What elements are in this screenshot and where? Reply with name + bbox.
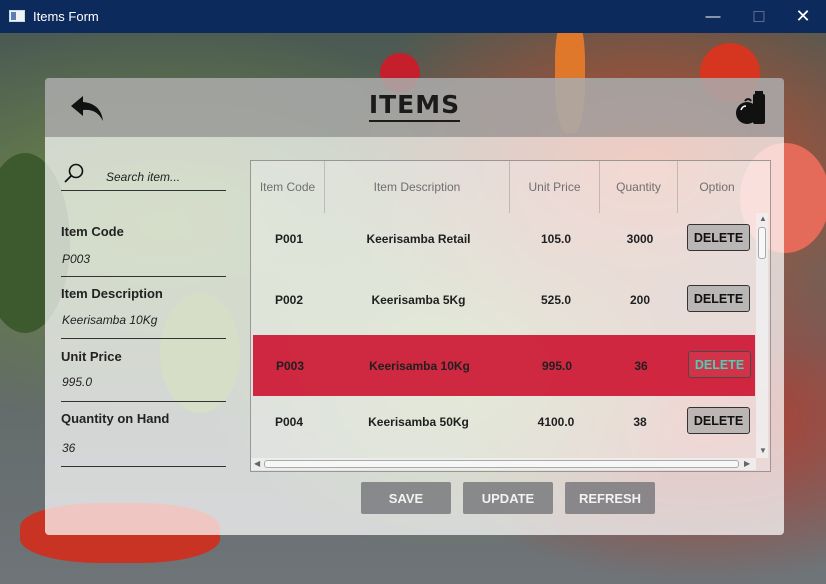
items-table[interactable]: Item Code Item Description Unit Price Qu… <box>250 160 771 472</box>
item-code-label: Item Code <box>61 224 124 239</box>
quantity-on-hand-label: Quantity on Hand <box>61 411 170 426</box>
search-input[interactable]: Search item... <box>106 170 180 184</box>
cell-unit-price: 525.0 <box>540 292 572 307</box>
unit-price-input[interactable]: 995.0 <box>62 375 92 389</box>
quantity-on-hand-input[interactable]: 36 <box>62 441 75 455</box>
cell-item-description: Keerisamba Retail <box>366 231 471 246</box>
search-icon <box>64 163 84 183</box>
column-header-quantity[interactable]: Quantity <box>600 161 678 213</box>
cell-item-description: Keerisamba 10Kg <box>369 358 470 373</box>
table-row[interactable]: P004 Keerisamba 50Kg 4100.0 38 DELETE <box>252 391 755 452</box>
save-button[interactable]: SAVE <box>361 482 451 514</box>
column-header-item-description[interactable]: Item Description <box>325 161 510 213</box>
app-window-icon <box>9 10 25 22</box>
cell-quantity: 200 <box>629 292 651 307</box>
page-title: ITEMS <box>45 90 784 122</box>
delete-button[interactable]: DELETE <box>687 224 750 251</box>
page-title-text: ITEMS <box>368 90 461 122</box>
cell-unit-price: 4100.0 <box>537 414 575 429</box>
cell-item-code: P004 <box>274 414 304 429</box>
refresh-button[interactable]: REFRESH <box>565 482 655 514</box>
cell-item-description: Keerisamba 50Kg <box>368 414 469 429</box>
table-header: Item Code Item Description Unit Price Qu… <box>251 161 756 213</box>
horizontal-scroll-thumb[interactable] <box>264 460 739 468</box>
unit-price-field[interactable]: Unit Price 995.0 <box>61 349 226 402</box>
cell-item-code: P001 <box>274 231 304 246</box>
items-panel: ITEMS Search item... Item Code P003 Item… <box>45 78 784 535</box>
delete-button[interactable]: DELETE <box>687 285 750 312</box>
vertical-scrollbar[interactable]: ▲ ▼ <box>756 213 768 458</box>
item-description-label: Item Description <box>61 286 163 301</box>
cell-quantity: 3000 <box>626 231 654 246</box>
window-titlebar: Items Form — ☐ ✕ <box>0 0 826 33</box>
vertical-scroll-thumb[interactable] <box>758 227 766 259</box>
grocery-icon <box>736 91 765 124</box>
scroll-up-arrow-icon[interactable]: ▲ <box>759 215 767 223</box>
maximize-button[interactable]: ☐ <box>736 0 782 33</box>
column-header-unit-price[interactable]: Unit Price <box>510 161 600 213</box>
delete-button[interactable]: DELETE <box>687 407 750 434</box>
scroll-left-arrow-icon[interactable]: ◀ <box>254 460 260 468</box>
delete-button[interactable]: DELETE <box>688 351 751 378</box>
search-field[interactable]: Search item... <box>61 158 226 191</box>
unit-price-label: Unit Price <box>61 349 122 364</box>
table-row[interactable]: P002 Keerisamba 5Kg 525.0 200 DELETE <box>252 269 755 330</box>
cell-unit-price: 995.0 <box>541 358 573 373</box>
cell-item-code: P003 <box>275 358 305 373</box>
panel-header: ITEMS <box>45 78 784 137</box>
minimize-button[interactable]: — <box>690 0 736 33</box>
item-code-input[interactable]: P003 <box>62 252 90 266</box>
item-description-field[interactable]: Item Description Keerisamba 10Kg <box>61 286 226 339</box>
cell-item-code: P002 <box>274 292 304 307</box>
scroll-down-arrow-icon[interactable]: ▼ <box>759 447 767 455</box>
quantity-on-hand-field[interactable]: Quantity on Hand 36 <box>61 411 226 467</box>
cell-unit-price: 105.0 <box>540 231 572 246</box>
table-row[interactable]: P001 Keerisamba Retail 105.0 3000 DELETE <box>252 208 755 269</box>
update-button[interactable]: UPDATE <box>463 482 553 514</box>
table-row-selected[interactable]: P003 Keerisamba 10Kg 995.0 36 DELETE <box>253 335 755 396</box>
horizontal-scrollbar[interactable]: ◀ ▶ <box>251 458 756 470</box>
item-code-field[interactable]: Item Code P003 <box>61 224 226 277</box>
cell-quantity: 38 <box>633 414 647 429</box>
window-title: Items Form <box>33 9 99 24</box>
item-description-input[interactable]: Keerisamba 10Kg <box>62 313 157 327</box>
close-button[interactable]: ✕ <box>780 0 826 33</box>
column-header-item-code[interactable]: Item Code <box>251 161 325 213</box>
cell-item-description: Keerisamba 5Kg <box>371 292 466 307</box>
column-header-option[interactable]: Option <box>678 161 756 213</box>
scroll-right-arrow-icon[interactable]: ▶ <box>744 460 750 468</box>
cell-quantity: 36 <box>634 358 648 373</box>
